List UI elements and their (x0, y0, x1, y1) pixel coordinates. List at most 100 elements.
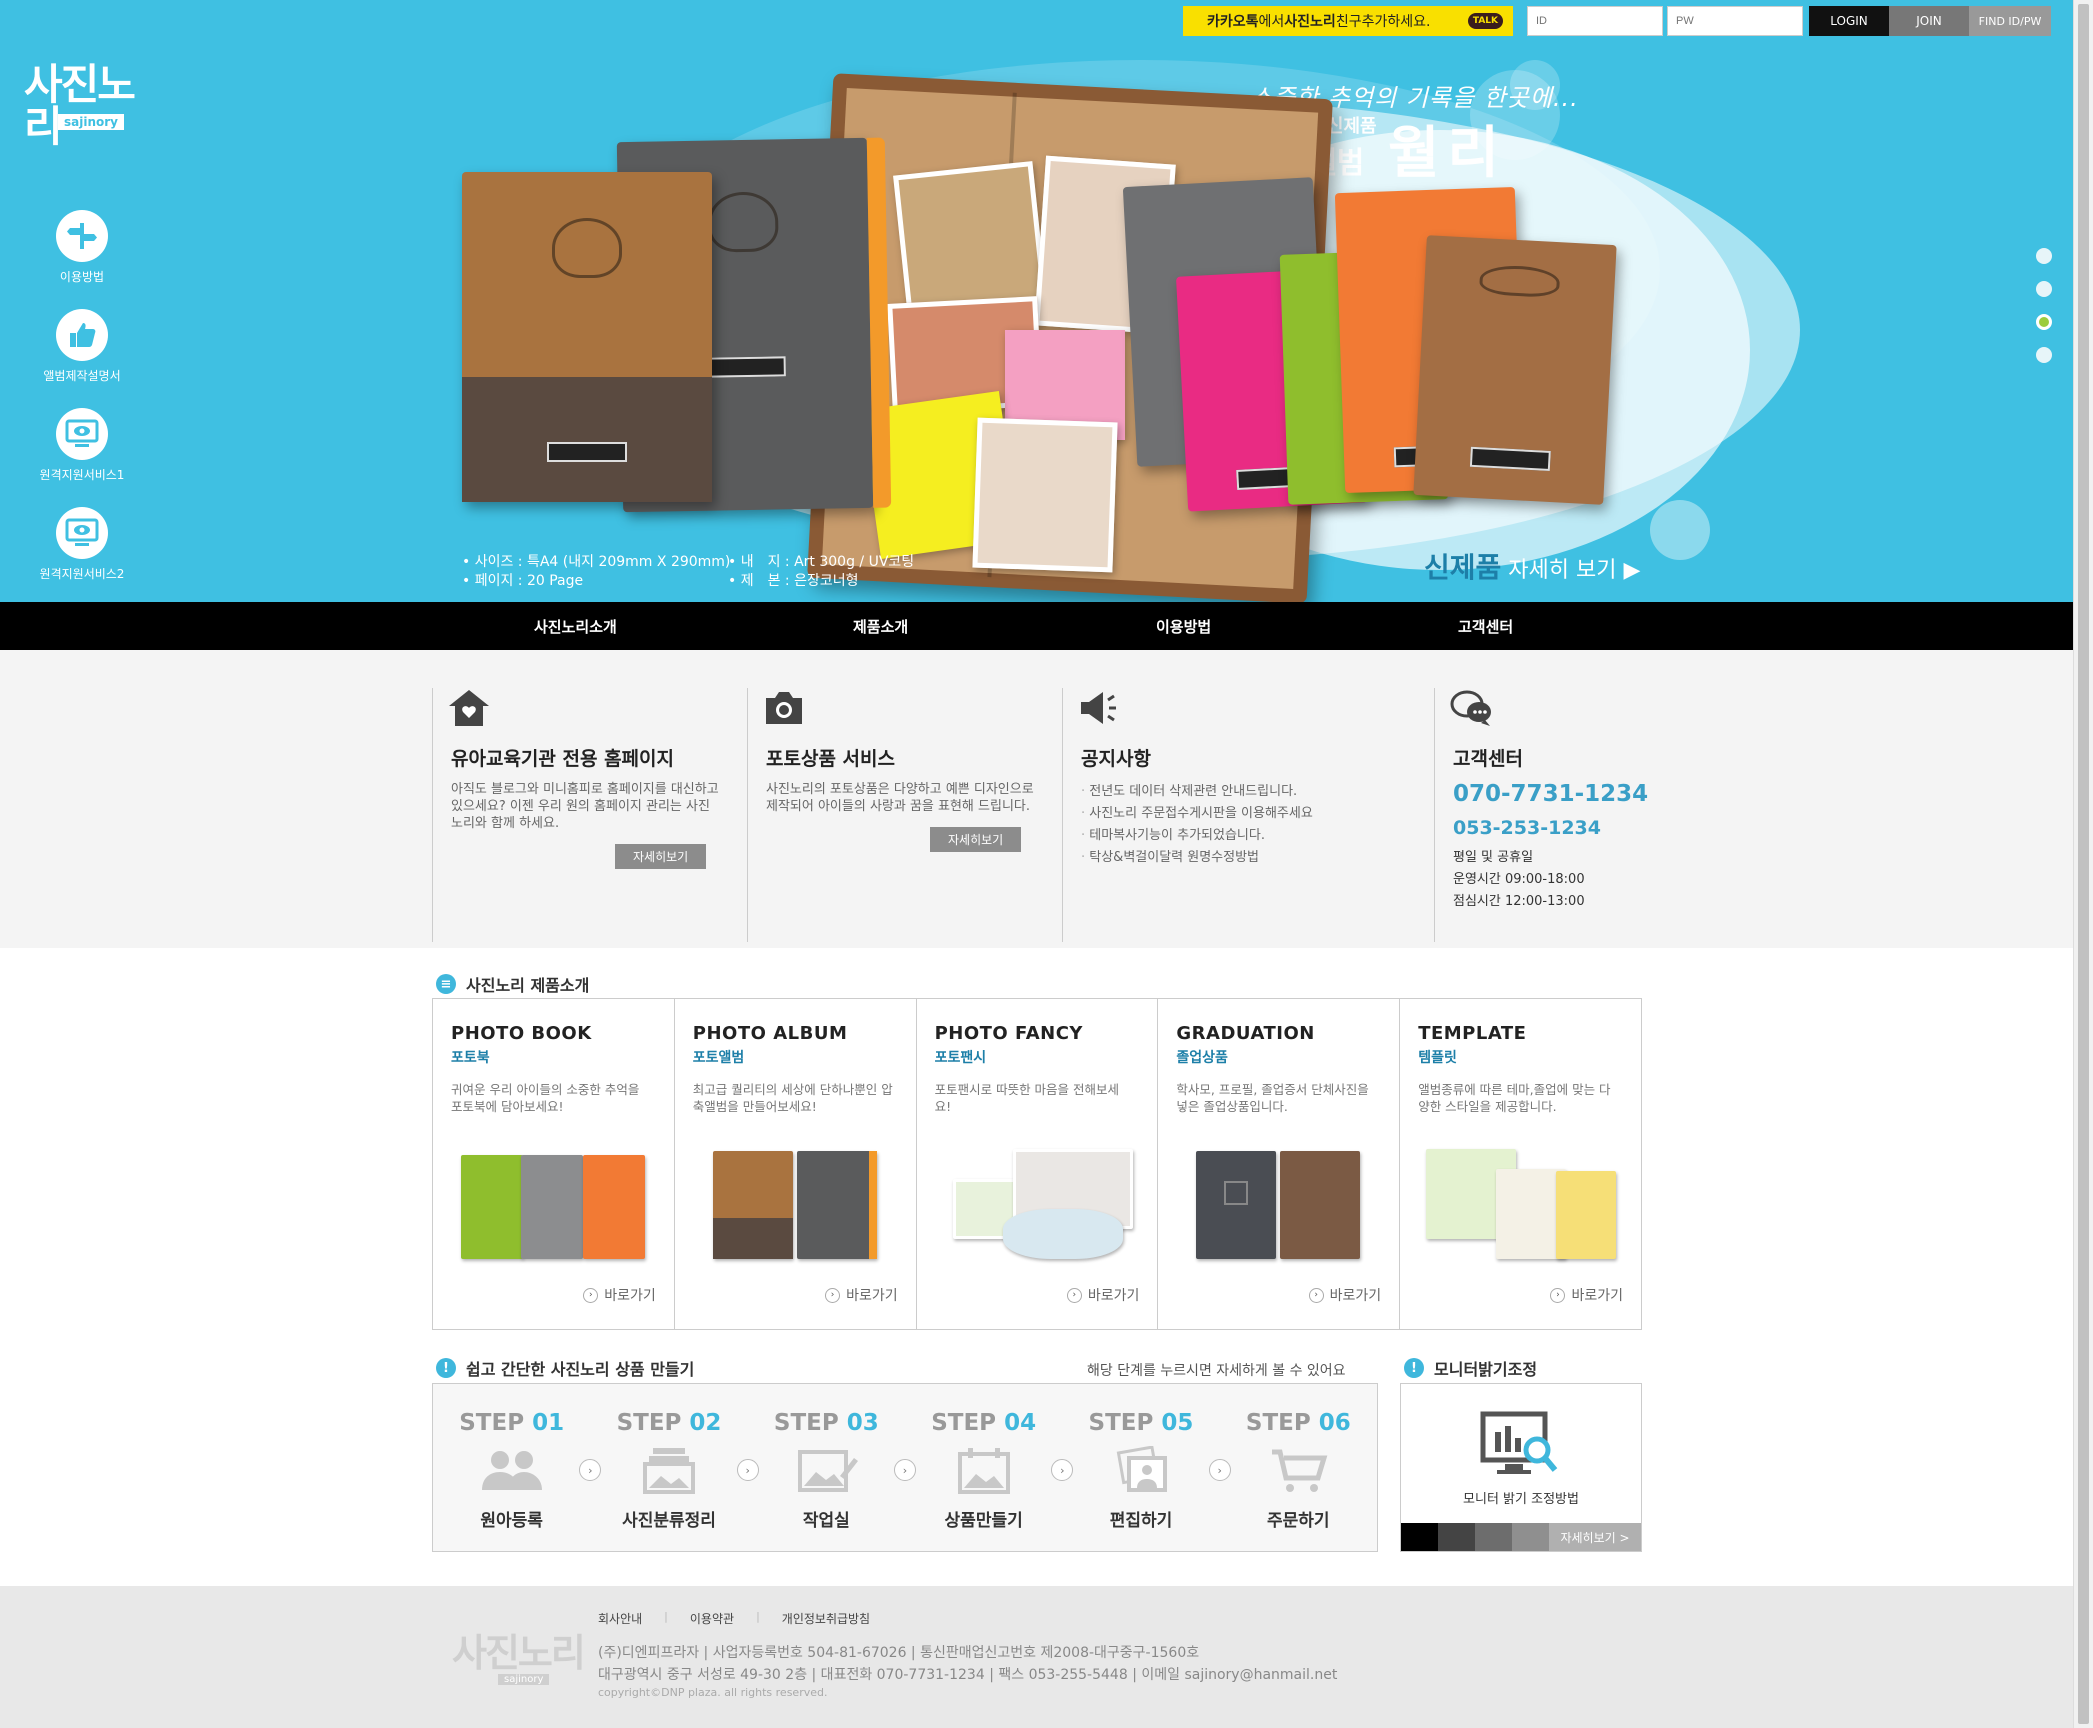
quick-menu-remote-2[interactable]: 원격지원서비스2 (26, 507, 138, 582)
go-label: 바로가기 (1329, 1288, 1382, 1304)
footer-link-company[interactable]: 회사안내 (598, 1610, 642, 1627)
album-plate (1469, 446, 1551, 471)
quick-menu-album-manual[interactable]: 앨범제작설명서 (26, 309, 138, 384)
homepage-more-button[interactable]: 자세히보기 (615, 844, 707, 869)
notice-item[interactable]: 사진노리 주문접수게시판을 이용해주세요 (1081, 803, 1424, 825)
chevron-right-icon: › (1308, 1287, 1324, 1303)
nav-guide[interactable]: 이용방법 (1156, 616, 1211, 637)
quick-menu-remote-1[interactable]: 원격지원서비스1 (26, 408, 138, 483)
hero-product-name: 월리 (1388, 121, 1508, 186)
join-button[interactable]: JOIN (1889, 6, 1969, 36)
step-number: STEP 01 (433, 1410, 590, 1436)
product-go-link[interactable]: › 바로가기 (825, 1285, 898, 1305)
photo-service-more-button[interactable]: 자세히보기 (930, 827, 1022, 852)
slide-dot-3[interactable] (2036, 314, 2052, 330)
info-icon: ! (1404, 1358, 1424, 1378)
kakao-bold: 사진노리 (1284, 14, 1336, 30)
step-1[interactable]: STEP 01 원아등록 › (433, 1384, 602, 1551)
info-section: 유아교육기관 전용 홈페이지 아직도 블로그와 미니홈피로 홈페이지를 대신하고… (0, 650, 2073, 948)
site-logo[interactable]: 사진노리 sajinory (22, 60, 146, 148)
step-4[interactable]: STEP 04 상품만들기 › (905, 1384, 1074, 1551)
step-number: STEP 05 (1062, 1410, 1219, 1436)
info-notice: 공지사항 전년도 데이터 삭제관련 안내드립니다. 사진노리 주문접수게시판을 … (1062, 688, 1424, 942)
product-graduation[interactable]: GRADUATION 졸업상품 학사모, 프로필, 졸업증서 단체사진을 넣은 … (1158, 999, 1401, 1329)
pw-input[interactable] (1667, 6, 1803, 36)
monitor-label: 모니터 밝기 조정방법 (1463, 1492, 1579, 1507)
scrollbar[interactable] (2073, 0, 2093, 1728)
footer-link-terms[interactable]: 이용약관 (690, 1610, 734, 1627)
product-photo-album[interactable]: PHOTO ALBUM 포토앨범 최고급 퀄리티의 세상에 단하나뿐인 압축앨범… (675, 999, 917, 1329)
product-photo-fancy[interactable]: PHOTO FANCY 포토팬시 포토팬시로 따뜻한 마음을 전해보세요! › 바… (917, 999, 1159, 1329)
product-go-link[interactable]: › 바로가기 (1066, 1285, 1139, 1305)
chevron-right-icon: › (1066, 1287, 1082, 1303)
step-prefix: STEP (616, 1410, 690, 1436)
nav-about[interactable]: 사진노리소개 (534, 616, 617, 637)
product-go-link[interactable]: › 바로가기 (1308, 1285, 1382, 1305)
product-name-en: GRADUATION (1176, 1023, 1315, 1044)
step-num: 03 (846, 1410, 879, 1436)
product-template[interactable]: TEMPLATE 템플릿 앨범종류에 따른 테마,졸업에 맞는 다양한 스타일을… (1400, 999, 1641, 1329)
monitor-more-button[interactable]: 자세히보기 > (1549, 1523, 1641, 1551)
quick-menu-label: 앨범제작설명서 (43, 369, 121, 383)
album-brown-image (1413, 235, 1617, 505)
cs-hours-2: 운영시간 09:00-18:00 (1453, 872, 1585, 887)
chevron-right-icon: › (736, 1459, 759, 1481)
product-go-link[interactable]: › 바로가기 (1550, 1285, 1623, 1305)
product-name-ko: 졸업상품 (1176, 1050, 1228, 1066)
hero-banner: 사진노리 sajinory 이용방법 앨범제작설명서 원격지원서비스1 원격지원… (0, 0, 2073, 602)
list-icon: ≡ (436, 974, 456, 994)
spec-paper: • 내 지 : Art 300g / UV코팅 (728, 554, 915, 570)
album-plate (705, 356, 786, 378)
image-edit-icon (798, 1450, 859, 1492)
footer-logo: 사진노리 (452, 1630, 586, 1675)
nav-support[interactable]: 고객센터 (1458, 616, 1513, 637)
login-button[interactable]: LOGIN (1809, 6, 1889, 36)
product-desc: 귀여운 우리 아이들의 소중한 추억을 포토북에 담아보세요! (451, 1082, 640, 1114)
slide-dot-4[interactable] (2036, 347, 2052, 363)
product-name-en: PHOTO BOOK (451, 1023, 592, 1044)
notice-item[interactable]: 테마복사기능이 추가되었습니다. (1081, 825, 1424, 847)
notice-item[interactable]: 전년도 데이터 삭제관련 안내드립니다. (1081, 781, 1424, 803)
megaphone-icon (1081, 692, 1116, 724)
monitor-panel[interactable]: 모니터 밝기 조정방법 자세히보기 > (1400, 1383, 1642, 1552)
step-label: 상품만들기 (944, 1511, 1023, 1531)
swatch-black (1401, 1523, 1438, 1551)
step-num: 01 (532, 1410, 565, 1436)
step-number: STEP 03 (748, 1410, 905, 1436)
step-num: 04 (1004, 1410, 1037, 1436)
new-product-bold: 신제품 (1424, 551, 1502, 584)
step-6[interactable]: STEP 06 주문하기 (1220, 1384, 1377, 1551)
quick-menu-label: 이용방법 (59, 270, 105, 284)
product-go-link[interactable]: › 바로가기 (583, 1285, 656, 1305)
info-photo-service-title: 포토상품 서비스 (766, 748, 895, 770)
new-product-link[interactable]: 신제품 자세히 보기 ▶ (1424, 546, 1640, 586)
quick-menu-label: 원격지원서비스1 (39, 468, 125, 482)
step-3[interactable]: STEP 03 작업실 › (748, 1384, 916, 1551)
kakao-friend-banner[interactable]: 카카오톡 에서 사진노리 친구추가하세요. TALK (1183, 6, 1513, 36)
step-label: 주문하기 (1267, 1511, 1330, 1531)
info-homepage-title: 유아교육기관 전용 홈페이지 (451, 748, 674, 770)
product-name-ko: 포토북 (451, 1050, 490, 1066)
scrollbar-thumb[interactable] (2078, 4, 2089, 1724)
slide-dot-1[interactable] (2036, 248, 2052, 264)
product-photo-book[interactable]: PHOTO BOOK 포토북 귀여운 우리 아이들의 소중한 추억을 포토북에 … (433, 999, 675, 1329)
step-label: 사진분류정리 (622, 1511, 716, 1531)
step-num: 06 (1318, 1410, 1351, 1436)
quick-menu-guide[interactable]: 이용방법 (26, 210, 138, 285)
id-input[interactable] (1527, 6, 1663, 36)
thumbs-up-icon (56, 309, 108, 361)
info-photo-service: 포토상품 서비스 사진노리의 포토상품은 다양하고 예쁜 디자인으로 제작되어 … (747, 688, 1062, 942)
footer-link-privacy[interactable]: 개인정보취급방침 (782, 1610, 870, 1627)
notice-item[interactable]: 탁상&벽걸이달력 원명수정방법 (1081, 847, 1424, 869)
step-2[interactable]: STEP 02 사진분류정리 › (590, 1384, 759, 1551)
chevron-right-icon: › (583, 1287, 599, 1303)
step-5[interactable]: STEP 05 편집하기 › (1062, 1384, 1231, 1551)
monitor-heading: ! 모니터밝기조정 (1404, 1356, 1537, 1380)
find-id-pw-button[interactable]: FIND ID/PW (1969, 6, 2051, 36)
nav-products[interactable]: 제품소개 (853, 616, 908, 637)
steps-heading-text: 쉽고 간단한 사진노리 상품 만들기 (466, 1360, 695, 1379)
product-desc: 학사모, 프로필, 졸업증서 단체사진을 넣은 졸업상품입니다. (1176, 1082, 1369, 1114)
slide-dot-2[interactable] (2036, 281, 2052, 297)
photo-stack-icon (642, 1448, 695, 1494)
swatch-light-gray (1512, 1523, 1549, 1551)
